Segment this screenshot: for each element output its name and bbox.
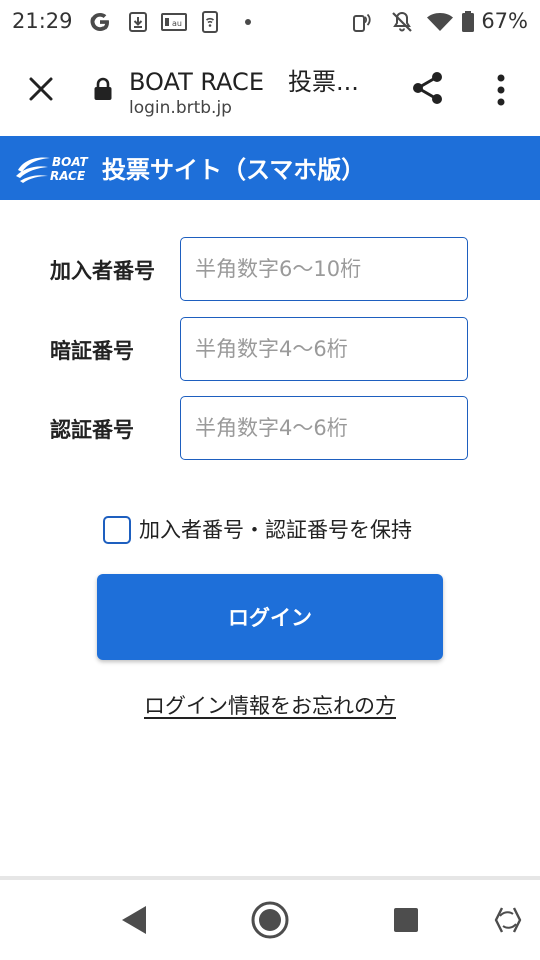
- pin-input[interactable]: [180, 317, 468, 381]
- wifi-calling-icon: [202, 11, 218, 33]
- logo-line1: BOAT: [52, 155, 88, 169]
- mute-icon: [392, 11, 412, 32]
- login-button[interactable]: ログイン: [97, 574, 443, 660]
- remember-label[interactable]: 加入者番号・認証番号を保持: [139, 514, 412, 544]
- download-icon: [129, 12, 147, 32]
- member-number-input[interactable]: [180, 237, 468, 301]
- dot-icon: [245, 19, 251, 25]
- svg-text:au: au: [172, 19, 182, 28]
- auth-number-input[interactable]: [180, 396, 468, 460]
- header-title: 投票サイト（スマホ版）: [102, 156, 366, 184]
- site-header: BOAT RACE 投票サイト（スマホ版）: [0, 136, 540, 200]
- more-menu-icon[interactable]: [486, 70, 516, 110]
- auth-number-label: 認証番号: [50, 418, 134, 442]
- nfc-icon: [353, 10, 374, 32]
- remember-checkbox[interactable]: [103, 516, 131, 544]
- battery-icon: [462, 11, 474, 32]
- member-number-label: 加入者番号: [50, 259, 155, 283]
- forgot-login-link[interactable]: ログイン情報をお忘れの方: [144, 694, 396, 718]
- au-icon: au: [161, 13, 187, 31]
- home-icon[interactable]: [249, 899, 291, 941]
- system-nav-bar: [0, 880, 540, 960]
- google-icon: [90, 13, 109, 31]
- browser-toolbar: BOAT RACE 投票... login.brtb.jp: [0, 44, 540, 136]
- pin-label: 暗証番号: [50, 339, 134, 363]
- rotate-icon[interactable]: [492, 904, 524, 936]
- page-url[interactable]: login.brtb.jp: [129, 98, 232, 118]
- battery-percent: 67%: [481, 9, 528, 33]
- lock-icon: [94, 77, 112, 100]
- share-icon[interactable]: [408, 68, 448, 108]
- boat-race-logo[interactable]: BOAT RACE: [14, 150, 92, 186]
- recents-icon[interactable]: [392, 906, 420, 934]
- status-time: 21:29: [12, 9, 73, 33]
- status-bar: 21:29 au 67%: [0, 0, 540, 44]
- forgot-link-row: ログイン情報をお忘れの方: [0, 690, 540, 720]
- close-icon[interactable]: [22, 70, 60, 108]
- logo-line2: RACE: [50, 169, 86, 183]
- back-icon[interactable]: [118, 902, 150, 938]
- page-title[interactable]: BOAT RACE 投票...: [129, 62, 359, 97]
- wifi-icon: [427, 13, 453, 31]
